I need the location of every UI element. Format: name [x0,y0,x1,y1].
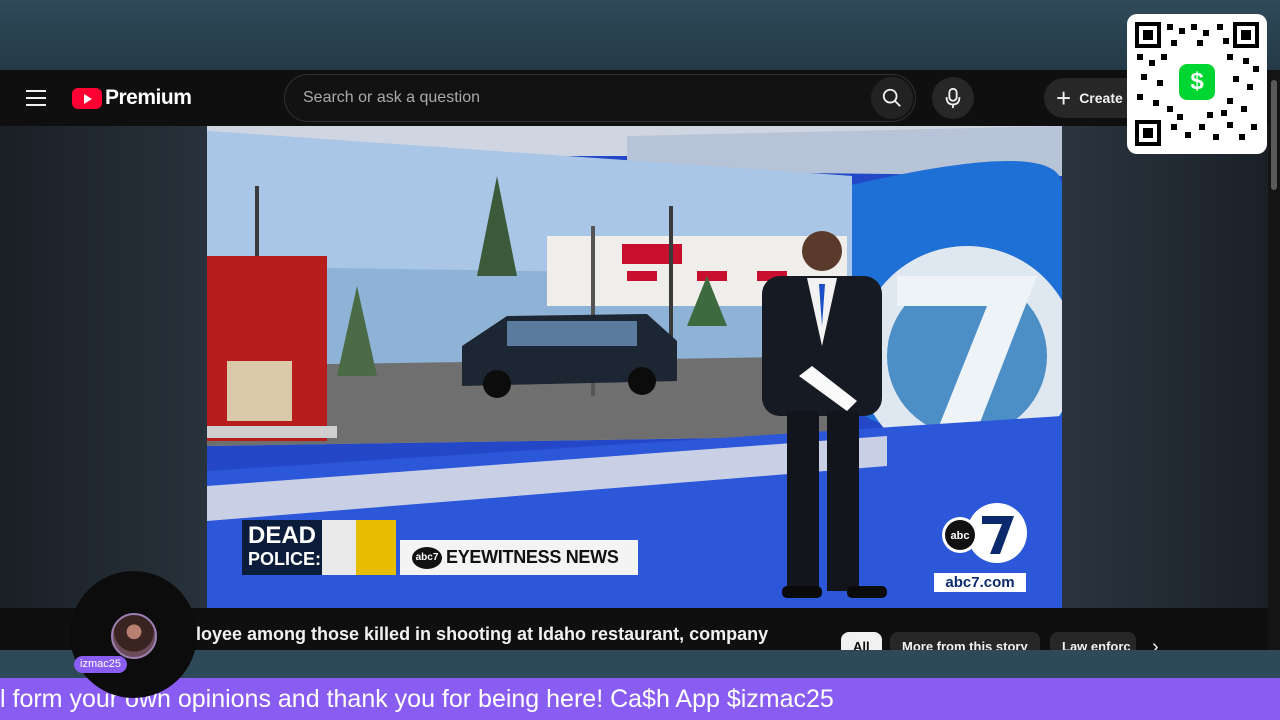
voice-search-button[interactable] [932,77,974,119]
video-title: loyee among those killed in shooting at … [196,624,769,644]
chevron-right-icon[interactable]: › [1152,636,1159,650]
page-scrollbar[interactable] [1268,70,1280,650]
menu-icon[interactable] [26,90,46,106]
chip-law-enforcement[interactable]: Law enforc [1050,632,1136,650]
abc7-station-bug: abc [942,503,1027,563]
search-icon [882,88,901,107]
station-url: abc7.com [934,573,1026,592]
youtube-header: Premium + Create [0,70,1280,126]
chyron-line-2: POLICE: [248,549,322,569]
chyron-7-logo [322,520,358,575]
chip-all[interactable]: All [841,632,882,650]
search-button[interactable] [871,77,913,119]
cashapp-icon: $ [1179,64,1215,100]
stream-ticker: l form your own opinions and thank you f… [0,678,1280,720]
abc7-logo-icon: abc7 [412,546,442,569]
chyron-line-1: DEAD [248,522,317,549]
chyron-show-bar: abc7 EYEWITNESS NEWS [400,540,638,575]
youtube-play-icon [72,87,102,109]
search-box [284,74,916,122]
youtube-premium-logo[interactable]: Premium [72,86,192,110]
plus-icon: + [1056,83,1072,113]
search-input[interactable] [301,88,845,108]
microphone-icon [945,87,961,109]
player-side-right [1062,126,1268,608]
create-label: Create [1079,90,1123,106]
stream-top-band [0,0,1280,70]
player-side-left [0,126,207,608]
streamer-username-badge: izmac25 [74,656,127,673]
chyron-show-name: EYEWITNESS NEWS [446,547,619,567]
streamer-avatar [111,613,157,659]
scrollbar-thumb[interactable] [1271,80,1277,190]
chyron-accent [356,520,396,575]
abc-bug-text: abc [951,530,970,542]
chip-more-from-story[interactable]: More from this story [890,632,1040,650]
logo-text: Premium [105,86,192,109]
